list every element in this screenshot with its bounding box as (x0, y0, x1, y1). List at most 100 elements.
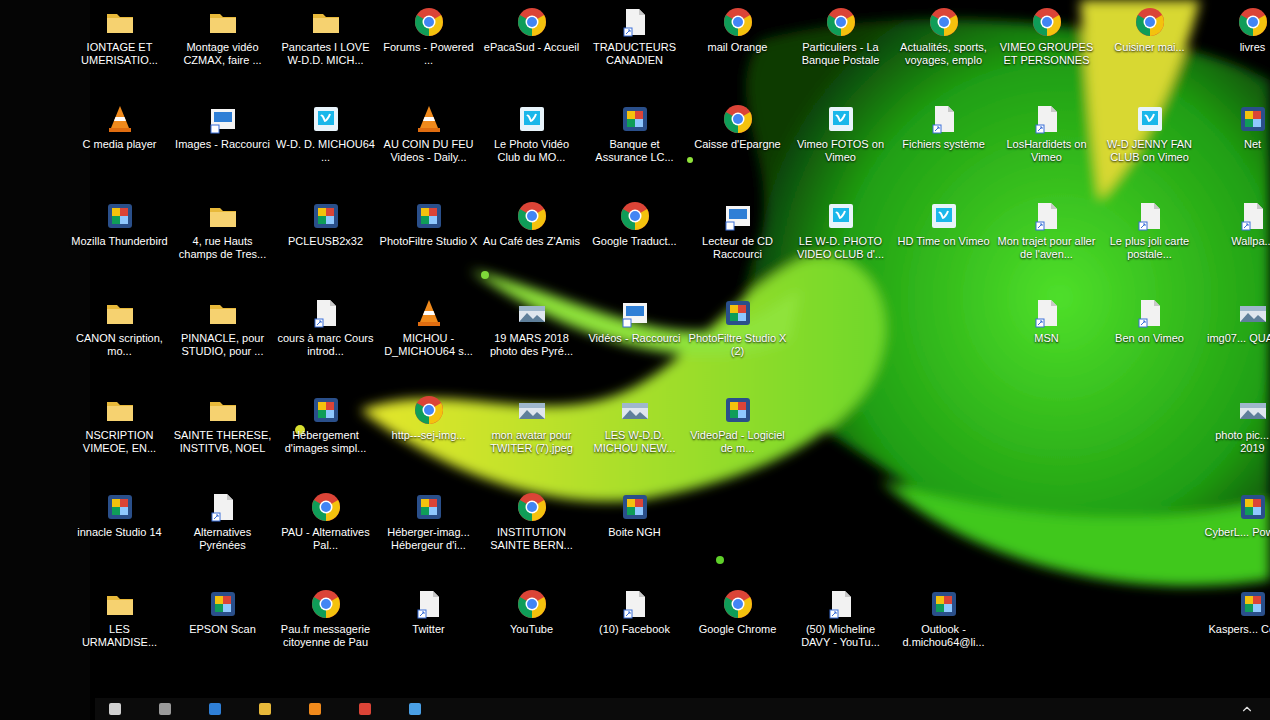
file-explorer-icon[interactable] (257, 701, 273, 717)
desktop-icon[interactable]: LosHardidets on Vimeo (995, 97, 1098, 194)
desktop-icon[interactable]: 4, rue Hauts champs de Tres... (171, 194, 274, 291)
desktop-icon[interactable]: CANON scription, mo... (68, 291, 171, 388)
desktop-icon[interactable]: MSN (995, 291, 1098, 388)
desktop-icon[interactable]: PAU - Alternatives Pal... (274, 485, 377, 582)
desktop-icon[interactable]: Vidéos - Raccourci (583, 291, 686, 388)
desktop-icon[interactable]: (10) Facebook (583, 582, 686, 679)
document-icon (310, 297, 342, 329)
vlc-icon (104, 103, 136, 135)
desktop-icon[interactable]: Lecteur de CD Raccourci (686, 194, 789, 291)
desktop-icon-label: Banque et Assurance LC... (585, 138, 684, 164)
desktop-icon[interactable]: Mon trajet pour aller de l'aven... (995, 194, 1098, 291)
desktop-icon[interactable]: Caisse d'Epargne (686, 97, 789, 194)
desktop-icon-label: livres (1203, 41, 1270, 54)
desktop-icon[interactable]: mail Orange (686, 0, 789, 97)
desktop-icon[interactable]: (50) Micheline DAVY - YouTu... (789, 582, 892, 679)
desktop-icon[interactable]: LES URMANDISE... (68, 582, 171, 679)
tray-chevron-icon[interactable] (1240, 702, 1254, 716)
desktop-icon[interactable]: W-D JENNY FAN CLUB on Vimeo (1098, 97, 1201, 194)
app-taskbar-icon[interactable] (407, 701, 423, 717)
desktop-icon[interactable]: YouTube (480, 582, 583, 679)
desktop-icon[interactable]: CyberL... PowerD... (1201, 485, 1270, 582)
desktop-icon[interactable]: Banque et Assurance LC... (583, 97, 686, 194)
empty-slot (995, 582, 1098, 679)
firefox-icon[interactable] (307, 701, 323, 717)
desktop-icon[interactable]: Particuliers - La Banque Postale (789, 0, 892, 97)
desktop-icon[interactable]: Net (1201, 97, 1270, 194)
start-button-icon[interactable] (107, 701, 123, 717)
desktop-icon[interactable]: Héberger-imag... Hébergeur d'i... (377, 485, 480, 582)
desktop-icon-label: AU COIN DU FEU Videos - Daily... (379, 138, 478, 164)
desktop-icon[interactable]: livres (1201, 0, 1270, 97)
desktop-icon[interactable]: C media player (68, 97, 171, 194)
desktop-icon[interactable]: Le Photo Vidéo Club du MO... (480, 97, 583, 194)
chrome-taskbar-icon[interactable] (357, 701, 373, 717)
empty-slot (995, 388, 1098, 485)
desktop-icon[interactable]: Outlook - d.michou64@li... (892, 582, 995, 679)
desktop-icon[interactable]: TRADUCTEURS CANADIEN (583, 0, 686, 97)
desktop-icon[interactable]: LE W-D. PHOTO VIDEO CLUB d'... (789, 194, 892, 291)
desktop-icon[interactable]: PINNACLE, pour STUDIO, pour ... (171, 291, 274, 388)
desktop-icon[interactable]: AU COIN DU FEU Videos - Daily... (377, 97, 480, 194)
desktop-icon[interactable]: Pancartes I LOVE W-D.D. MICH... (274, 0, 377, 97)
desktop-icon[interactable]: Wallpa... (1201, 194, 1270, 291)
desktop-icon[interactable]: LES W-D.D. MICHOU NEW... (583, 388, 686, 485)
desktop-icon[interactable]: PCLEUSB2x32 (274, 194, 377, 291)
desktop-icon[interactable]: cours à marc Cours introd... (274, 291, 377, 388)
desktop-icon[interactable]: VideoPad - Logiciel de m... (686, 388, 789, 485)
shortcut-icon (619, 297, 651, 329)
document-icon (928, 103, 960, 135)
desktop-icon[interactable]: Forums - Powered ... (377, 0, 480, 97)
desktop-icon-label: HD Time on Vimeo (894, 235, 993, 248)
desktop-icon[interactable]: img07... QUAND... (1201, 291, 1270, 388)
desktop-icon[interactable]: NSCRIPTION VIMEOE, EN... (68, 388, 171, 485)
desktop-icon[interactable]: IONTAGE ET UMERISATIO... (68, 0, 171, 97)
desktop-icon[interactable]: Ben on Vimeo (1098, 291, 1201, 388)
desktop-icon[interactable]: 19 MARS 2018 photo des Pyré... (480, 291, 583, 388)
desktop-icon[interactable]: EPSON Scan (171, 582, 274, 679)
desktop-icon-label: Net (1203, 138, 1270, 151)
desktop-icon[interactable]: mon avatar pour TWITER (7).jpeg (480, 388, 583, 485)
desktop-icon[interactable]: Le plus joli carte postale... (1098, 194, 1201, 291)
desktop-icon[interactable]: SAINTE THERESE, INSTITVB, NOEL (171, 388, 274, 485)
desktop-icon[interactable]: PhotoFiltre Studio X (377, 194, 480, 291)
desktop-icon[interactable]: Fichiers système (892, 97, 995, 194)
desktop-icon[interactable]: Mozilla Thunderbird (68, 194, 171, 291)
desktop-icon[interactable]: http---sej-img... (377, 388, 480, 485)
desktop-icon[interactable]: VIMEO GROUPES ET PERSONNES (995, 0, 1098, 97)
desktop-icon[interactable]: photo pic... déc 2019 (1201, 388, 1270, 485)
icon-row: LES URMANDISE...EPSON ScanPau.fr message… (68, 582, 1270, 679)
desktop-icon[interactable]: Actualités, sports, voyages, emplo (892, 0, 995, 97)
desktop-icon[interactable]: Boite NGH (583, 485, 686, 582)
desktop-icon-label: TRADUCTEURS CANADIEN (585, 41, 684, 67)
desktop-icon[interactable]: Montage vidéo CZMAX, faire ... (171, 0, 274, 97)
desktop-icon[interactable]: HD Time on Vimeo (892, 194, 995, 291)
edge-icon[interactable] (207, 701, 223, 717)
desktop-icon[interactable]: Hébergement d'images simpl... (274, 388, 377, 485)
desktop-icon[interactable]: Alternatives Pyrénées (171, 485, 274, 582)
desktop-icon[interactable]: PhotoFiltre Studio X (2) (686, 291, 789, 388)
desktop-icon-label: 4, rue Hauts champs de Tres... (173, 235, 272, 261)
desktop-icon[interactable]: Pau.fr messagerie citoyenne de Pau (274, 582, 377, 679)
desktop-icon[interactable]: Au Café des Z'Amis (480, 194, 583, 291)
desktop-icon[interactable]: INSTITUTION SAINTE BERN... (480, 485, 583, 582)
desktop-icon-label: mon avatar pour TWITER (7).jpeg (482, 429, 581, 455)
desktop-icon[interactable]: Kaspers... Conn... (1201, 582, 1270, 679)
desktop-icon[interactable]: ePacaSud - Accueil (480, 0, 583, 97)
desktop-icon[interactable]: Google Chrome (686, 582, 789, 679)
desktop-icon[interactable]: MICHOU - D_MICHOU64 s... (377, 291, 480, 388)
desktop-icon[interactable]: Cuisiner mai... (1098, 0, 1201, 97)
desktop-icon-label: Pau.fr messagerie citoyenne de Pau (276, 623, 375, 649)
desktop-icon[interactable]: Twitter (377, 582, 480, 679)
task-view-icon[interactable] (157, 701, 173, 717)
start-button-icon-svg (108, 702, 122, 716)
desktop-icon-label: CANON scription, mo... (70, 332, 169, 358)
desktop-icon[interactable]: Images - Raccourci (171, 97, 274, 194)
desktop-icon[interactable]: Vimeo FOTOS on Vimeo (789, 97, 892, 194)
desktop-icon[interactable]: W-D. D. MICHOU64 ... (274, 97, 377, 194)
icon-row: innacle Studio 14Alternatives PyrénéesPA… (68, 485, 1270, 582)
chrome-icon (310, 588, 342, 620)
desktop-icon[interactable]: innacle Studio 14 (68, 485, 171, 582)
desktop-icon[interactable]: Google Traduct... (583, 194, 686, 291)
empty-slot (789, 291, 892, 388)
